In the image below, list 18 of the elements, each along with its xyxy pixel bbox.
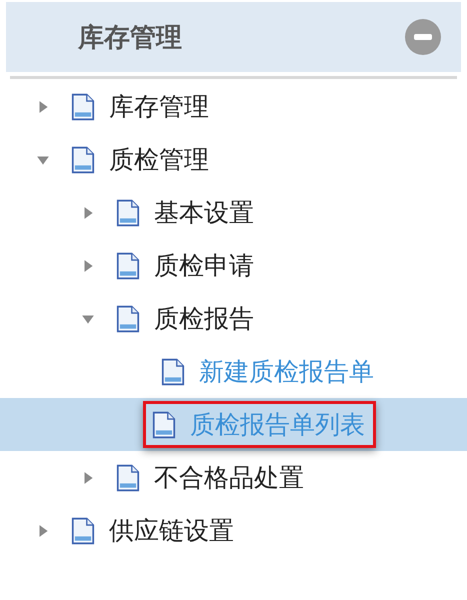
tree-item[interactable]: 不合格品处置 [107, 454, 315, 501]
panel-title: 库存管理 [78, 22, 182, 54]
document-icon [116, 198, 140, 226]
document-icon [152, 410, 176, 438]
document-icon [71, 146, 95, 174]
tree-item[interactable]: 基本设置 [107, 189, 265, 236]
document-icon [71, 92, 95, 120]
collapse-icon[interactable] [405, 19, 441, 55]
document-icon [116, 464, 140, 492]
tree-item[interactable]: 质检管理 [62, 136, 220, 183]
document-icon [116, 252, 140, 280]
tree-item[interactable]: 质检申请 [107, 242, 265, 289]
tree-item[interactable]: 质检报告 [107, 295, 265, 342]
tree-item[interactable]: 库存管理 [62, 83, 220, 130]
document-icon [161, 358, 185, 386]
document-icon [116, 304, 140, 332]
tree-item[interactable]: 供应链设置 [62, 507, 245, 554]
document-icon [71, 516, 95, 544]
